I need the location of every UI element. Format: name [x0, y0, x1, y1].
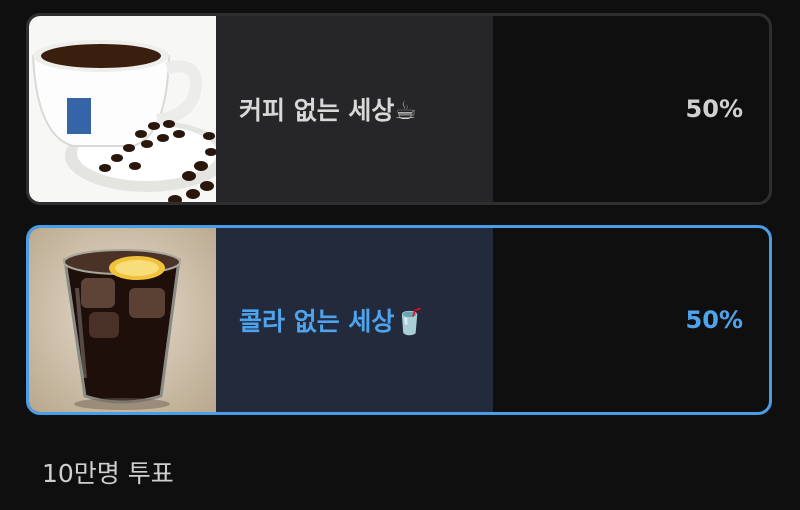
vote-count: 10만명 투표	[42, 459, 174, 488]
option-percent: 50%	[685, 306, 743, 334]
option-percent: 50%	[685, 95, 743, 123]
iced-cola-glass-photo	[29, 228, 216, 412]
coffee-cup-photo	[29, 16, 216, 202]
option-label: 커피 없는 세상☕	[239, 96, 417, 125]
poll-widget: 커피 없는 세상☕ 50% 콜라 없는 세상🥤 50% 10만명 투표	[0, 0, 800, 510]
option-label: 콜라 없는 세상🥤	[239, 307, 426, 336]
poll-option-coffee[interactable]: 커피 없는 세상☕ 50%	[26, 13, 772, 205]
poll-option-cola[interactable]: 콜라 없는 세상🥤 50%	[26, 225, 772, 415]
